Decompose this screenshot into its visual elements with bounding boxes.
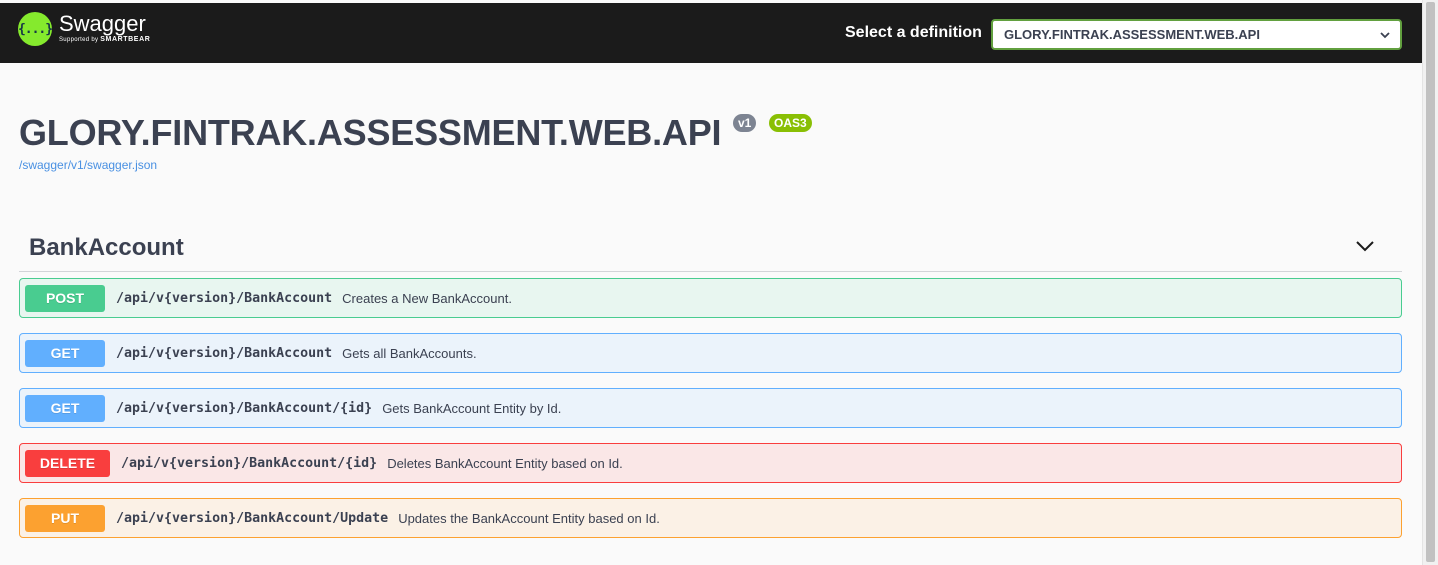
- collapse-chevron-icon[interactable]: [1354, 236, 1376, 256]
- operation-post-bankaccount[interactable]: POST /api/v{version}/BankAccount Creates…: [19, 278, 1402, 318]
- topbar: {...} Swagger Supported by SMARTBEAR Sel…: [0, 3, 1422, 63]
- version-badge: v1: [733, 114, 757, 132]
- vertical-scrollbar[interactable]: [1422, 0, 1438, 565]
- chevron-down-icon: [1370, 27, 1400, 42]
- operation-put-bankaccount-update[interactable]: PUT /api/v{version}/BankAccount/Update U…: [19, 498, 1402, 538]
- operation-path: /api/v{version}/BankAccount: [116, 345, 333, 361]
- method-badge-put: PUT: [25, 504, 105, 532]
- logo-name: Swagger: [59, 11, 146, 36]
- operation-path: /api/v{version}/BankAccount/Update: [116, 510, 389, 526]
- swagger-logo[interactable]: {...} Swagger Supported by SMARTBEAR: [18, 12, 150, 46]
- tag-title[interactable]: BankAccount: [29, 234, 184, 262]
- definition-select[interactable]: GLORY.FINTRAK.ASSESSMENT.WEB.API: [991, 19, 1402, 50]
- spec-link[interactable]: /swagger/v1/swagger.json: [19, 158, 157, 172]
- operation-get-bankaccounts[interactable]: GET /api/v{version}/BankAccount Gets all…: [19, 333, 1402, 373]
- operation-summary: Gets all BankAccounts.: [342, 345, 477, 361]
- method-badge-delete: DELETE: [25, 449, 110, 477]
- operation-summary: Creates a New BankAccount.: [342, 290, 512, 306]
- logo-subtitle: Supported by SMARTBEAR: [59, 36, 150, 43]
- api-title: GLORY.FINTRAK.ASSESSMENT.WEB.API: [19, 112, 722, 153]
- logo-sub-brand: SMARTBEAR: [100, 36, 151, 43]
- operation-summary: Gets BankAccount Entity by Id.: [382, 400, 562, 416]
- oas-badge: OAS3: [769, 114, 812, 132]
- definition-select-value: GLORY.FINTRAK.ASSESSMENT.WEB.API: [1004, 27, 1260, 42]
- operation-summary: Deletes BankAccount Entity based on Id.: [387, 455, 623, 471]
- method-badge-get: GET: [25, 339, 105, 367]
- operation-get-bankaccount-by-id[interactable]: GET /api/v{version}/BankAccount/{id} Get…: [19, 388, 1402, 428]
- operation-path: /api/v{version}/BankAccount/{id}: [116, 400, 373, 416]
- operation-path: /api/v{version}/BankAccount: [116, 290, 333, 306]
- logo-sub-prefix: Supported by: [59, 37, 99, 43]
- method-badge-post: POST: [25, 284, 105, 312]
- logo-text: Swagger Supported by SMARTBEAR: [59, 11, 150, 44]
- method-badge-get: GET: [25, 394, 105, 422]
- scrollbar-thumb[interactable]: [1426, 2, 1435, 562]
- definition-label: Select a definition: [845, 24, 982, 41]
- operation-delete-bankaccount[interactable]: DELETE /api/v{version}/BankAccount/{id} …: [19, 443, 1402, 483]
- tag-divider: [19, 271, 1402, 272]
- operation-path: /api/v{version}/BankAccount/{id}: [121, 455, 378, 471]
- swagger-logo-icon: {...}: [18, 12, 53, 46]
- operation-summary: Updates the BankAccount Entity based on …: [398, 510, 660, 526]
